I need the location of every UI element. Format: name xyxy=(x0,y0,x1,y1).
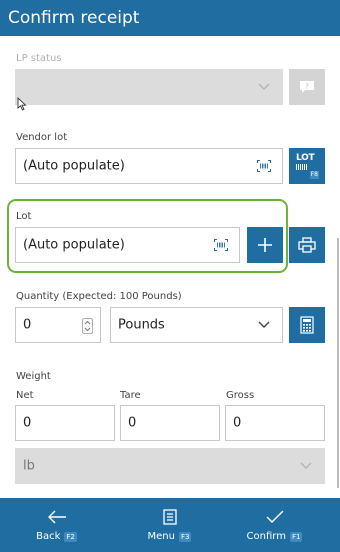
printer-icon xyxy=(298,237,316,253)
gross-label: Gross xyxy=(226,390,255,401)
calculator-icon xyxy=(300,316,314,334)
gross-weight-value: 0 xyxy=(233,415,242,431)
confirm-key: F1 xyxy=(289,531,303,542)
chevron-down-icon xyxy=(300,462,312,469)
mouse-cursor-icon xyxy=(17,97,27,111)
print-button[interactable] xyxy=(289,227,325,263)
confirm-label: Confirm xyxy=(246,531,286,542)
question-bubble-icon: ? xyxy=(300,80,314,93)
arrow-left-icon xyxy=(47,510,66,524)
lot-button-key: F8 xyxy=(309,171,319,179)
calculator-button[interactable] xyxy=(289,307,325,343)
quantity-unit-value: Pounds xyxy=(118,317,165,333)
lp-status-select[interactable] xyxy=(15,69,283,105)
quantity-stepper[interactable]: 0 xyxy=(15,307,101,343)
spinner-icon[interactable] xyxy=(82,318,93,334)
back-label: Back xyxy=(36,531,61,542)
vendor-lot-value: (Auto populate) xyxy=(23,158,125,174)
lot-lookup-button[interactable]: LOT F8 xyxy=(289,148,325,184)
weight-unit-value: lb xyxy=(23,458,35,474)
menu-key: F3 xyxy=(178,531,192,542)
lot-value: (Auto populate) xyxy=(23,237,125,253)
add-lot-button[interactable] xyxy=(247,227,283,263)
tare-weight-input[interactable]: 0 xyxy=(120,405,220,441)
vendor-lot-label: Vendor lot xyxy=(16,132,68,143)
chevron-down-icon xyxy=(258,83,270,90)
gross-weight-input[interactable]: 0 xyxy=(225,405,325,441)
tare-weight-value: 0 xyxy=(128,415,137,431)
scrollbar[interactable] xyxy=(337,238,339,488)
back-button[interactable]: Back F2 xyxy=(0,498,113,552)
net-label: Net xyxy=(16,390,34,401)
checkmark-icon xyxy=(265,510,284,524)
barcode-scan-icon[interactable] xyxy=(257,160,271,172)
plus-icon xyxy=(258,238,272,252)
tare-label: Tare xyxy=(120,390,141,401)
weight-label: Weight xyxy=(16,371,51,382)
net-weight-input[interactable]: 0 xyxy=(15,405,115,441)
confirm-button[interactable]: Confirm F1 xyxy=(218,498,331,552)
weight-unit-select[interactable]: lb xyxy=(15,448,325,484)
lp-status-help-button[interactable]: ? xyxy=(289,69,325,105)
lot-barcode-icon: LOT F8 xyxy=(295,153,319,179)
page-title: Confirm receipt xyxy=(0,0,340,36)
svg-text:?: ? xyxy=(305,82,309,90)
menu-label: Menu xyxy=(147,531,175,542)
menu-button[interactable]: Menu F3 xyxy=(113,498,226,552)
lot-label: Lot xyxy=(16,211,32,222)
footer-bar: Back F2 Menu F3 Confirm F1 xyxy=(0,498,340,552)
quantity-label: Quantity (Expected: 100 Pounds) xyxy=(16,291,182,302)
document-menu-icon xyxy=(162,509,177,525)
lot-button-text: LOT xyxy=(296,153,315,163)
chevron-down-icon xyxy=(258,321,270,328)
barcode-scan-icon[interactable] xyxy=(214,239,228,251)
lot-input[interactable]: (Auto populate) xyxy=(15,227,240,263)
vendor-lot-input[interactable]: (Auto populate) xyxy=(15,148,283,184)
back-key: F2 xyxy=(64,531,77,542)
net-weight-value: 0 xyxy=(23,415,32,431)
quantity-value: 0 xyxy=(23,317,32,333)
lp-status-label: LP status xyxy=(16,53,62,64)
quantity-unit-select[interactable]: Pounds xyxy=(110,307,283,343)
